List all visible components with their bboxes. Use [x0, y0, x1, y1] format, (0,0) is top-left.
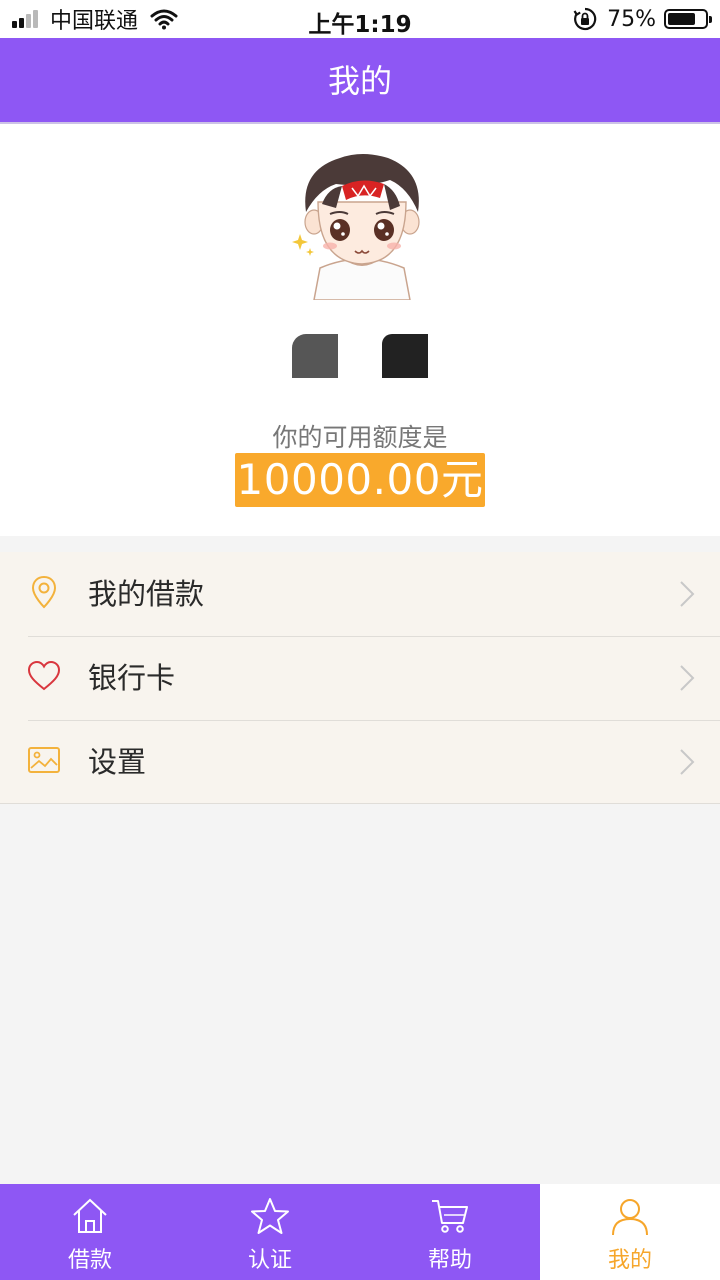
- menu-item-my-loans[interactable]: 我的借款: [0, 552, 720, 636]
- chevron-right-icon: [680, 749, 695, 775]
- image-icon: [28, 747, 60, 773]
- status-right: 75%: [573, 6, 712, 32]
- menu-item-label: 银行卡: [88, 661, 176, 695]
- tab-verify[interactable]: 认证: [180, 1184, 360, 1280]
- tab-label: 借款: [67, 1248, 112, 1273]
- tab-loan[interactable]: 借款: [0, 1184, 180, 1280]
- menu-item-bank-card[interactable]: 银行卡: [0, 636, 720, 720]
- menu-list: 我的借款 银行卡 设置: [0, 552, 720, 804]
- tab-mine[interactable]: 我的: [540, 1184, 720, 1280]
- menu-item-label: 设置: [88, 745, 147, 779]
- cart-icon: [432, 1200, 468, 1233]
- tab-label: 我的: [607, 1248, 652, 1273]
- heart-icon: [27, 660, 61, 691]
- app-header: 我的: [0, 38, 720, 124]
- screen: 中国联通 上午1:19 75% 我的 你的可用额度是 10000.00元 我的借…: [0, 0, 720, 1280]
- chevron-right-icon: [680, 665, 695, 691]
- tab-help[interactable]: 帮助: [360, 1184, 540, 1280]
- username-redacted: [292, 334, 338, 378]
- menu-item-settings[interactable]: 设置: [0, 720, 720, 804]
- profile-section: 你的可用额度是 10000.00元: [0, 124, 720, 536]
- battery-percentage: 75%: [607, 6, 656, 32]
- chevron-right-icon: [680, 581, 695, 607]
- star-icon: [251, 1198, 289, 1234]
- home-icon: [73, 1198, 107, 1233]
- user-icon: [612, 1199, 648, 1236]
- tab-label: 帮助: [427, 1248, 472, 1273]
- battery-icon: [664, 9, 712, 29]
- status-bar: 中国联通 上午1:19 75%: [0, 0, 720, 38]
- page-title: 我的: [327, 62, 392, 100]
- tab-label: 认证: [247, 1248, 292, 1273]
- credit-label: 你的可用额度是: [272, 423, 448, 452]
- location-pin-icon: [31, 575, 57, 609]
- avatar[interactable]: [292, 150, 432, 300]
- credit-amount: 10000.00元: [235, 453, 485, 507]
- menu-item-label: 我的借款: [88, 577, 205, 611]
- username-redacted: [382, 334, 428, 378]
- bottom-tab-bar: 借款 认证 帮助 我的: [0, 1184, 720, 1280]
- rotation-lock-icon: [573, 7, 597, 31]
